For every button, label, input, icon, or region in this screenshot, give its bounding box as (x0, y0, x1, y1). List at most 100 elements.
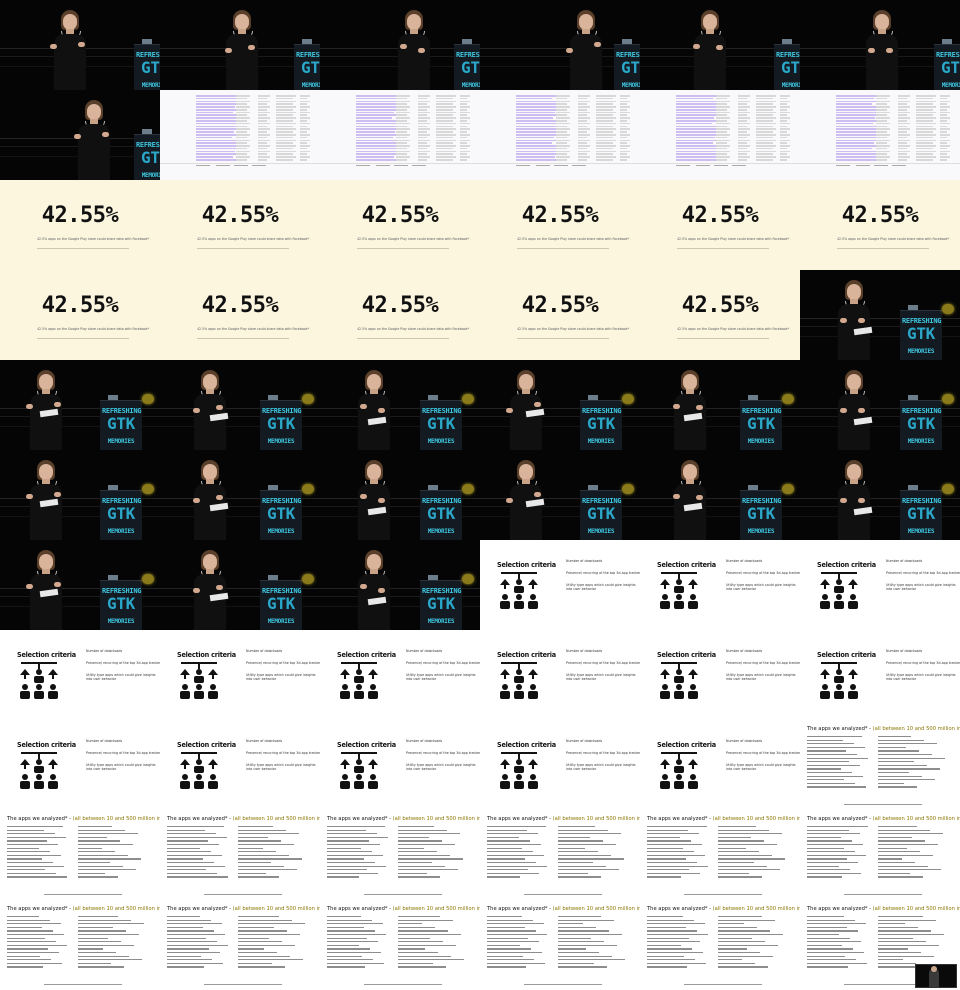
frame-speaker: REFRESHINGGTKMEMORIES (800, 450, 960, 540)
podium: REFRESHINGGTKMEMORIES (900, 485, 942, 540)
flower-arrangement (142, 484, 154, 494)
sheet-row (276, 128, 296, 130)
apps-list-line (327, 926, 364, 929)
sheet-row (620, 125, 627, 128)
sheet-column (578, 95, 596, 161)
podium-label-2: GTK (267, 414, 295, 433)
apps-list-line (167, 937, 206, 939)
apps-list-line (327, 861, 375, 864)
apps-list-line (807, 847, 844, 849)
sheet-row (396, 156, 410, 158)
sheet-row (596, 111, 616, 114)
speaker-hand (360, 404, 367, 409)
sheet-row (578, 103, 587, 105)
sheet-row (780, 120, 787, 122)
apps-list-line (7, 941, 56, 943)
sheet-row (196, 133, 241, 136)
speaker-body (194, 484, 226, 540)
podium: REFRESHINGGTKMEMORIES (100, 485, 142, 540)
sheet-row (916, 136, 933, 139)
apps-list-line (78, 941, 121, 943)
sheet-row (556, 147, 567, 150)
apps-list-line (238, 930, 287, 932)
apps-list-line (718, 847, 746, 849)
sheet-row (276, 111, 296, 114)
sheet-row (418, 158, 427, 161)
sheet-row (300, 131, 307, 133)
sheet-row (418, 150, 430, 153)
apps-list-line (718, 854, 772, 857)
selection-people-icon (20, 662, 58, 699)
apps-list-left (327, 826, 393, 880)
microphone (108, 575, 118, 580)
sheet-row (258, 120, 267, 122)
sheet-row (940, 125, 947, 128)
apps-list-line (558, 944, 617, 947)
frame-stat: 42.55% 42.5% apps on the Google Play stor… (320, 180, 480, 270)
podium: REFRESHINGGTKMEMORIES (614, 39, 640, 90)
apps-list-line (327, 847, 361, 849)
apps-list-line (238, 869, 297, 871)
sheet-row (418, 145, 430, 147)
sheet-row (460, 122, 470, 125)
apps-title: The apps we analyzed* - (all between 10 … (647, 816, 800, 822)
apps-list-line (238, 843, 294, 846)
speaker-hand (566, 48, 573, 53)
apps-list-line (398, 872, 427, 875)
apps-list-line (167, 962, 223, 965)
sheet-row (716, 111, 730, 114)
sheet-row (780, 97, 787, 100)
apps-list-left (487, 826, 553, 880)
sheet-row (276, 145, 296, 147)
frame-speaker: REFRESHINGGTKMEMORIES (160, 0, 320, 90)
sheet-row (940, 142, 947, 144)
apps-list-line (78, 858, 141, 860)
sheet-row (418, 153, 427, 155)
apps-list-line (167, 858, 203, 860)
sheet-row (940, 150, 950, 153)
sheet-row (756, 106, 776, 108)
sheet-row (756, 153, 773, 155)
sheet-row (300, 122, 310, 125)
apps-footnote (844, 803, 922, 805)
sheet-row (876, 145, 890, 147)
apps-list-line (718, 944, 778, 947)
sheet-row (196, 145, 237, 147)
speaker-face (367, 554, 381, 570)
speaker-face (235, 14, 249, 30)
sheet-row (418, 142, 427, 144)
criteria-bullet-utility: Utility type apps which could give insig… (246, 673, 316, 682)
apps-list-left (807, 826, 873, 880)
sheet-row (418, 95, 430, 97)
sheet-row (716, 97, 727, 100)
criteria-bullet-utility: Utility type apps which could give insig… (86, 763, 156, 772)
apps-list-line (78, 861, 110, 864)
sheet-row (738, 147, 747, 150)
sheet-row (516, 136, 554, 139)
sheet-row (716, 100, 730, 103)
flower-arrangement (942, 304, 954, 314)
apps-list-left (647, 916, 713, 970)
apps-list-line (327, 872, 378, 875)
apps-list-line (7, 869, 45, 871)
apps-list-line (398, 955, 451, 957)
apps-list-line (878, 959, 903, 961)
frame-apps: The apps we analyzed* - (all between 10 … (160, 900, 320, 990)
sheet-row (876, 136, 887, 139)
apps-list-line (878, 919, 936, 921)
apps-list-line (327, 916, 361, 918)
frame-apps: The apps we analyzed* - (all between 10 … (320, 810, 480, 900)
microphone (622, 39, 632, 44)
sheet-row (516, 117, 553, 119)
apps-list-line (558, 966, 607, 968)
sheet-row (578, 139, 590, 142)
sheet-row (300, 156, 310, 158)
frame-stat: 42.55% 42.5% apps on the Google Play stor… (320, 270, 480, 360)
apps-title-text: The apps we analyzed* - (487, 816, 553, 822)
sheet-row (738, 103, 747, 105)
sheet-row (436, 147, 453, 150)
apps-list-line (238, 826, 273, 828)
sheet-row (916, 150, 936, 153)
speaker-face (519, 374, 533, 390)
apps-list-line (7, 937, 45, 939)
